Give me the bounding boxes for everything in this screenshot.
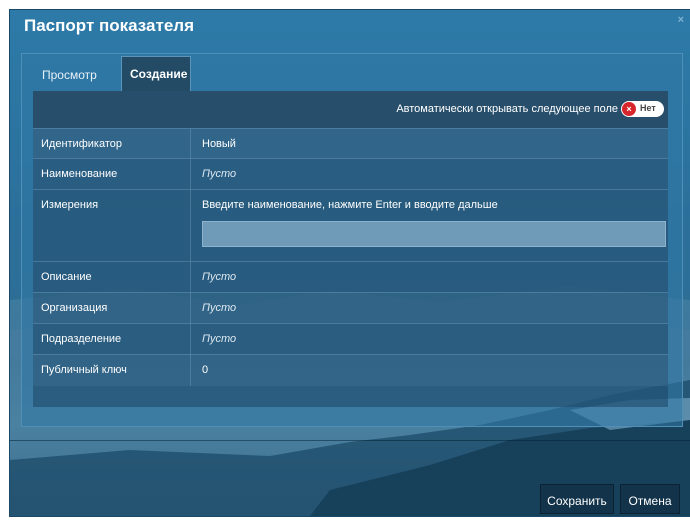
field-label: Организация: [41, 302, 108, 314]
field-value[interactable]: 0: [202, 364, 208, 376]
field-value: Новый: [202, 138, 236, 150]
field-hint: Введите наименование, нажмите Enter и вв…: [202, 199, 498, 211]
field-label: Публичный ключ: [41, 364, 127, 376]
column-divider: [190, 159, 191, 190]
column-divider: [190, 293, 191, 324]
field-row-organization: Организация Пусто: [33, 292, 668, 324]
auto-open-label: Автоматически открывать следующее поле: [396, 103, 618, 115]
column-divider: [190, 324, 191, 355]
auto-open-bar: Автоматически открывать следующее поле ×…: [33, 91, 668, 128]
field-label: Идентификатор: [41, 138, 122, 150]
field-row-description: Описание Пусто: [33, 261, 668, 293]
field-row-identifier: Идентификатор Новый: [33, 128, 668, 159]
footer-divider: [10, 440, 690, 441]
field-label: Наименование: [41, 168, 118, 180]
field-label: Описание: [41, 271, 92, 283]
field-label: Измерения: [41, 199, 99, 211]
dialog-content: Просмотр Создание Автоматически открыват…: [21, 53, 683, 427]
column-divider: [190, 129, 191, 159]
save-button[interactable]: Сохранить: [540, 484, 614, 514]
toggle-off-icon: ×: [622, 102, 636, 116]
auto-open-toggle[interactable]: × Нет: [621, 101, 664, 117]
close-icon[interactable]: ×: [678, 14, 684, 26]
column-divider: [190, 262, 191, 293]
tab-create[interactable]: Создание: [121, 56, 191, 92]
field-value[interactable]: Пусто: [202, 333, 236, 345]
column-divider: [190, 355, 191, 386]
dimensions-input[interactable]: [202, 221, 666, 247]
form-panel: Автоматически открывать следующее поле ×…: [33, 91, 668, 407]
indicator-passport-dialog: Паспорт показателя × Просмотр Создание А…: [9, 9, 690, 517]
field-row-dimensions: Измерения Введите наименование, нажмите …: [33, 189, 668, 262]
field-value[interactable]: Пусто: [202, 168, 236, 180]
field-label: Подразделение: [41, 333, 122, 345]
dialog-titlebar: Паспорт показателя ×: [10, 10, 690, 46]
tab-view[interactable]: Просмотр: [32, 58, 107, 93]
cancel-button[interactable]: Отмена: [620, 484, 680, 514]
toggle-text: Нет: [640, 103, 656, 113]
field-row-department: Подразделение Пусто: [33, 323, 668, 355]
field-row-name: Наименование Пусто: [33, 158, 668, 190]
dialog-title: Паспорт показателя: [24, 16, 194, 35]
field-value[interactable]: Пусто: [202, 271, 236, 283]
field-row-public-key: Публичный ключ 0: [33, 354, 668, 386]
column-divider: [190, 190, 191, 262]
field-value[interactable]: Пусто: [202, 302, 236, 314]
